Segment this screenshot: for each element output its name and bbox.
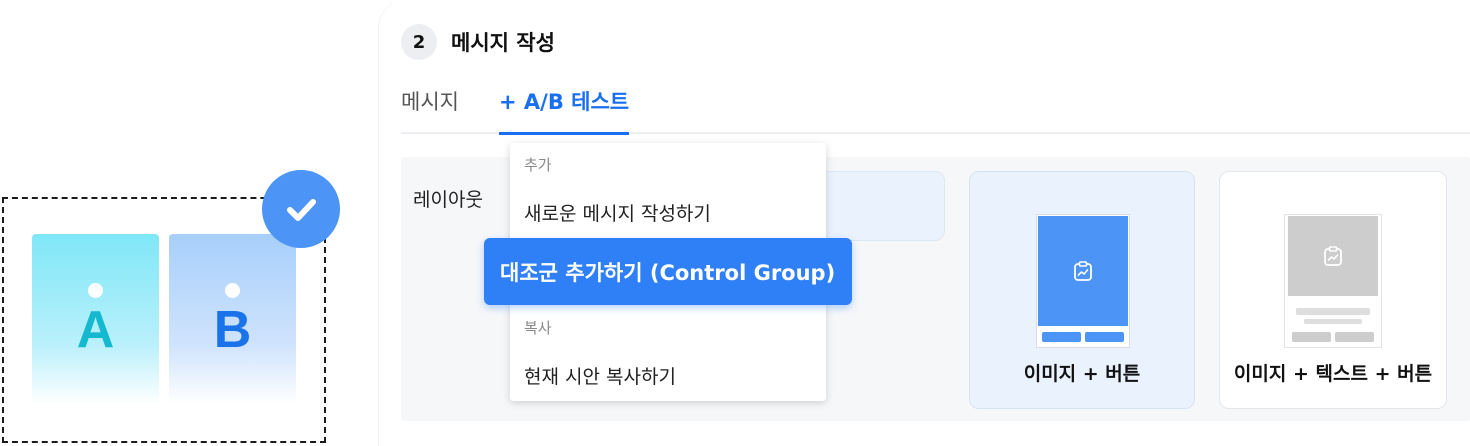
clipboard-chart-icon [1288,216,1378,296]
thumb-button-right [1085,332,1124,342]
thumb-text-line [1296,308,1370,315]
dropdown-section-add: 추가 [524,156,552,174]
variant-b-letter: B [213,300,252,359]
layout-label: 레이아웃 [413,189,483,211]
layout-thumbnail-image-button [1036,214,1130,348]
thumb-text-line [1304,319,1362,324]
layout-option-label: 이미지 + 버튼 [1023,363,1141,385]
variant-b-dot [225,282,240,298]
layout-option-image-button[interactable]: 이미지 + 버튼 [969,171,1195,409]
dropdown-section-copy: 복사 [524,319,552,337]
step-number-badge: 2 [401,24,437,60]
tab-message[interactable]: 메시지 [401,86,459,134]
thumb-button-right [1335,332,1374,342]
thumb-button-left [1292,332,1331,342]
step-header: 2 메시지 작성 [401,24,555,60]
app-stage: A B 2 메시지 작성 메시지 + A/B 테스트 레이아웃 이미지 + 버튼… [0,0,1470,446]
menu-item-new-message[interactable]: 새로운 메시지 작성하기 [524,199,711,226]
variant-b-card: B [169,234,296,404]
variant-a-dot [88,282,103,298]
clipboard-chart-icon [1038,216,1128,326]
check-icon [262,170,340,248]
variant-a-letter: A [76,300,115,359]
tab-ab-test[interactable]: + A/B 테스트 [499,86,630,135]
thumb-button-left [1042,332,1081,342]
tab-bar: 메시지 + A/B 테스트 [401,86,1470,135]
layout-option-label: 이미지 + 텍스트 + 버튼 [1233,363,1433,385]
menu-item-copy-current[interactable]: 현재 시안 복사하기 [524,362,676,389]
layout-option-image-text-button[interactable]: 이미지 + 텍스트 + 버튼 [1219,171,1447,409]
step-title: 메시지 작성 [451,31,555,55]
layout-thumbnail-image-text-button [1284,214,1382,348]
variant-a-card: A [32,234,159,404]
menu-item-add-control-group[interactable]: 대조군 추가하기 (Control Group) [484,238,852,305]
